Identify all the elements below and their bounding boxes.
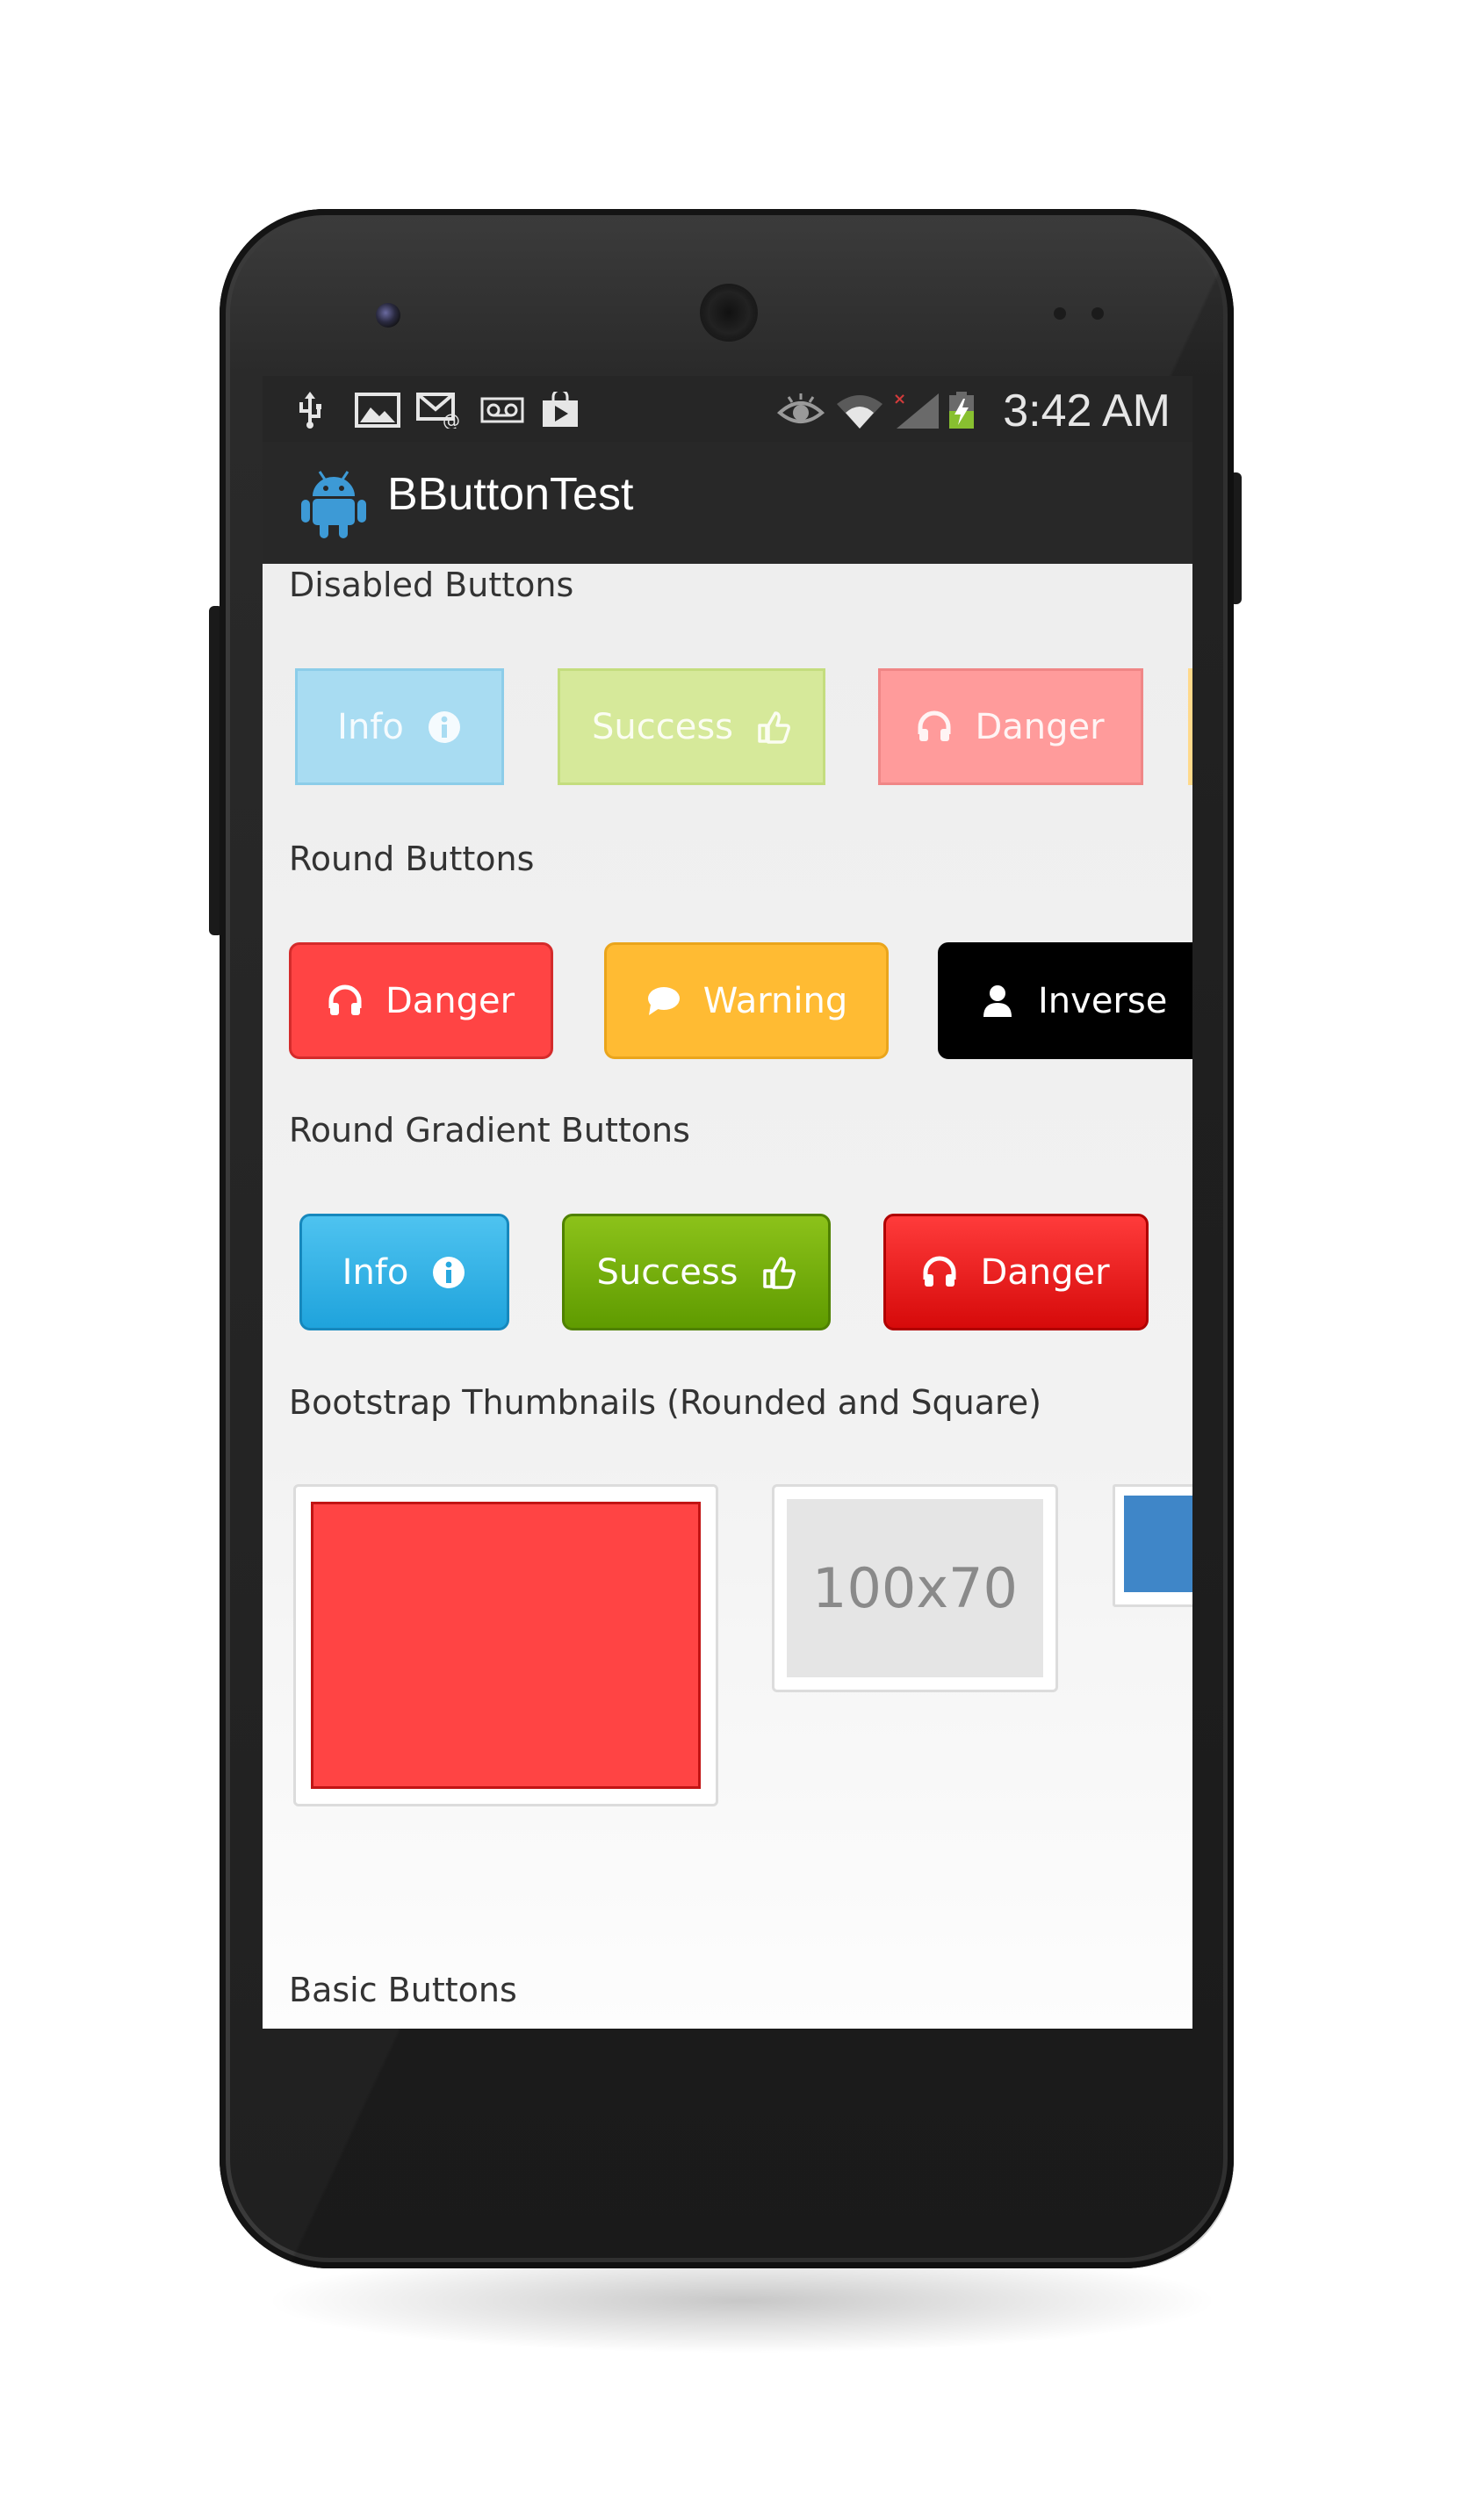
svg-text:×: × [893,392,906,408]
android-icon[interactable] [300,466,367,540]
button-label: Danger [975,706,1105,747]
button-label: Inverse [1038,980,1168,1021]
info-icon [427,710,462,745]
thumbs-up-icon [761,1255,796,1290]
earpiece-speaker [702,286,755,339]
button-label: Danger [980,1251,1110,1293]
thumbnail-placeholder[interactable]: 100x70 [772,1484,1058,1692]
headphones-icon [328,984,363,1019]
comment-icon [645,984,681,1019]
thumbnail-image: 100x70 [787,1499,1043,1677]
disabled-danger-button: Danger [878,668,1143,785]
section-title-round: Round Buttons [289,840,535,878]
button-label: Danger [385,980,515,1021]
gradient-success-button[interactable]: Success [562,1214,831,1330]
headphones-icon [917,710,952,745]
button-label: Success [596,1251,738,1293]
button-label: Success [591,706,733,747]
signal-no-service-icon: × [893,392,939,429]
disabled-info-button: Info [295,668,504,785]
section-title-disabled: Disabled Buttons [289,566,574,604]
section-title-round-gradient: Round Gradient Buttons [289,1111,690,1150]
disabled-success-button: Success [558,668,825,785]
email-icon: @ [416,393,460,429]
content-scroll[interactable]: Disabled Buttons Info Success Danger Rou… [263,564,1192,2029]
round-inverse-button[interactable]: Inverse [938,942,1192,1059]
thumbnail-rounded-red[interactable] [293,1484,718,1806]
round-warning-button[interactable]: Warning [604,942,889,1059]
battery-charging-icon [949,392,974,429]
button-label: Info [342,1251,409,1293]
headphones-icon [922,1255,957,1290]
user-icon [980,984,1015,1019]
app-title: BButtonTest [387,469,634,520]
thumbnail-size-label: 100x70 [812,1556,1018,1620]
button-label: Warning [702,980,848,1021]
screen: @ × 3:42 AM BButtonTest Disabled Buttons… [263,376,1192,2029]
section-title-basic: Basic Buttons [289,1971,517,2009]
gradient-danger-button[interactable]: Danger [883,1214,1149,1330]
thumbs-up-icon [756,710,791,745]
voicemail-icon [480,397,524,423]
status-bar: @ × 3:42 AM [263,376,1192,442]
wifi-icon [837,395,882,429]
section-title-thumbnails: Bootstrap Thumbnails (Rounded and Square… [289,1383,1041,1422]
action-bar: BButtonTest [263,442,1192,564]
image-icon [355,393,400,428]
status-bar-clock: 3:42 AM [1003,386,1171,436]
gradient-info-button[interactable]: Info [299,1214,509,1330]
round-danger-button[interactable]: Danger [289,942,553,1059]
thumbnail-image [1124,1496,1192,1592]
proximity-sensor [1054,307,1066,320]
thumbnail-square-blue[interactable] [1113,1484,1192,1607]
disabled-warning-button-edge [1188,668,1192,785]
svg-text:@: @ [443,410,460,429]
button-label: Info [337,706,404,747]
usb-icon [299,392,321,429]
thumbnail-image [311,1502,701,1789]
light-sensor [1091,307,1104,320]
eye-icon [776,393,825,423]
front-camera [376,303,400,328]
play-store-icon [543,392,578,427]
info-icon [431,1255,466,1290]
